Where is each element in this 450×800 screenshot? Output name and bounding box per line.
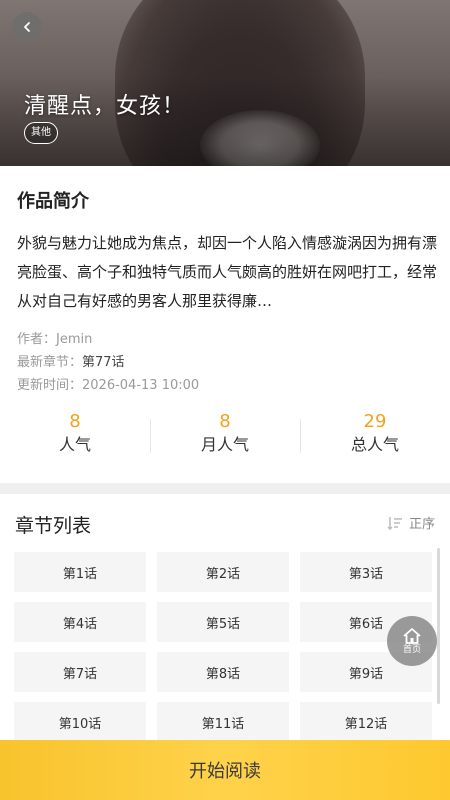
home-icon — [403, 627, 421, 644]
chapter-button[interactable]: 第2话 — [157, 552, 289, 592]
chapter-button[interactable]: 第11话 — [157, 702, 289, 742]
stat-total-popularity: 29 总人气 — [300, 411, 450, 461]
chapter-button[interactable]: 第5话 — [157, 602, 289, 642]
back-button[interactable] — [12, 12, 42, 42]
stat-label: 人气 — [58, 435, 91, 454]
intro-card: 作品简介 外貌与魅力让她成为焦点，却因一个人陷入情感漩涡因为拥有漂亮脸蛋、高个子… — [0, 166, 450, 483]
intro-section-title: 作品简介 — [17, 191, 89, 212]
stat-monthly-popularity: 8 月人气 — [150, 411, 300, 461]
stat-value: 29 — [363, 411, 387, 432]
updated-time-row: 更新时间：2026-04-13 10:00 — [17, 374, 199, 393]
chevron-left-icon — [24, 22, 30, 32]
updated-time-label: 更新时间： — [17, 378, 83, 393]
popularity-stats: 8 人气 8 月人气 29 总人气 — [0, 411, 450, 461]
chapter-button[interactable]: 第4话 — [14, 602, 146, 642]
latest-chapter-label: 最新章节： — [17, 355, 83, 370]
comic-title: 清醒点，女孩！ — [24, 94, 186, 119]
latest-chapter-row[interactable]: 最新章节：第77话 — [17, 351, 125, 370]
author-label: 作者： — [17, 332, 57, 347]
chapter-grid: 第1话 第2话 第3话 第4话 第5话 第6话 第7话 第8话 第9话 第10话… — [14, 552, 432, 742]
stat-label: 总人气 — [350, 435, 399, 454]
sort-list-icon — [387, 516, 402, 530]
intro-description[interactable]: 外貌与魅力让她成为焦点，却因一个人陷入情感漩涡因为拥有漂亮脸蛋、高个子和独特气质… — [17, 229, 437, 316]
updated-time-value: 2026-04-13 10:00 — [82, 378, 200, 393]
sort-order-label: 正序 — [408, 517, 435, 532]
stat-value: 8 — [219, 411, 231, 432]
home-floating-button[interactable]: 首页 — [387, 616, 437, 666]
latest-chapter-value[interactable]: 第77话 — [82, 355, 125, 370]
genre-tag: 其他 — [24, 122, 58, 144]
author-value: Jemin — [56, 332, 93, 347]
sort-order-button[interactable]: 正序 — [387, 513, 435, 532]
chapter-list-scrollbar[interactable] — [437, 548, 440, 704]
chapter-button[interactable]: 第1话 — [14, 552, 146, 592]
chapter-button[interactable]: 第7话 — [14, 652, 146, 692]
stat-value: 8 — [69, 411, 81, 432]
author-row: 作者：Jemin — [17, 328, 92, 347]
chapter-button[interactable]: 第12话 — [300, 702, 432, 742]
chapter-button[interactable]: 第3话 — [300, 552, 432, 592]
stat-popularity: 8 人气 — [0, 411, 150, 461]
chapter-list-title: 章节列表 — [15, 515, 92, 537]
chapter-button[interactable]: 第10话 — [14, 702, 146, 742]
chapter-button[interactable]: 第8话 — [157, 652, 289, 692]
home-button-label: 首页 — [402, 644, 421, 655]
start-reading-button[interactable]: 开始阅读 — [0, 740, 450, 800]
cover-banner: 清醒点，女孩！ 其他 — [0, 0, 450, 166]
stat-label: 月人气 — [200, 435, 249, 454]
